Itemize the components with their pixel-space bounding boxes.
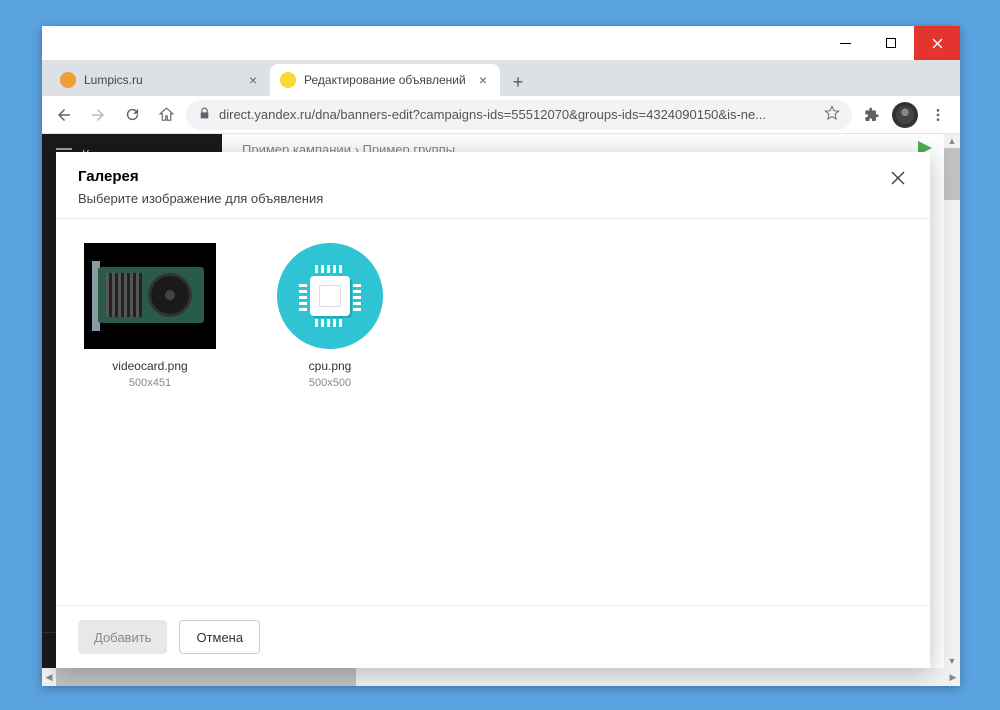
lock-icon [198,107,211,123]
home-button[interactable] [152,101,180,129]
browser-toolbar: direct.yandex.ru/dna/banners-edit?campai… [42,96,960,134]
vertical-scrollbar[interactable]: ▲ ▼ [944,134,960,668]
window-close-button[interactable] [914,26,960,60]
star-icon[interactable] [824,105,840,124]
window-titlebar [42,26,960,60]
modal-close-button[interactable] [888,168,908,188]
browser-tab[interactable]: Редактирование объявлений × [270,64,500,96]
browser-tab[interactable]: Lumpics.ru × [50,64,270,96]
scrollbar-thumb[interactable] [56,668,356,686]
browser-window: Lumpics.ru × Редактирование объявлений ×… [42,26,960,686]
scroll-left-arrow[interactable]: ◀ [42,668,56,686]
tab-close-icon[interactable]: × [476,73,490,87]
thumbnail-image [84,243,216,349]
window-minimize-button[interactable] [822,26,868,60]
gallery-item[interactable]: cpu.png 500x500 [260,243,400,389]
tab-close-icon[interactable]: × [246,73,260,87]
window-maximize-button[interactable] [868,26,914,60]
gallery-modal: Галерея Выберите изображение для объявле… [56,152,930,668]
forward-button[interactable] [84,101,112,129]
modal-subtitle: Выберите изображение для объявления [78,191,323,206]
new-tab-button[interactable]: + [504,68,532,96]
scrollbar-thumb[interactable] [944,148,960,200]
add-button[interactable]: Добавить [78,620,167,654]
reload-button[interactable] [118,101,146,129]
scroll-up-arrow[interactable]: ▲ [944,134,960,148]
modal-body: videocard.png 500x451 cpu.png [56,219,930,605]
favicon-icon [280,72,296,88]
page-content: Кампании ‹ Свернуть Пример кампании › Пр… [42,134,960,686]
favicon-icon [60,72,76,88]
gallery-item[interactable]: videocard.png 500x451 [80,243,220,389]
modal-title: Галерея [78,168,323,185]
item-dimensions: 500x451 [80,377,220,389]
tab-title: Lumpics.ru [84,73,238,87]
scroll-down-arrow[interactable]: ▼ [944,654,960,668]
modal-header: Галерея Выберите изображение для объявле… [56,152,930,218]
url-text: direct.yandex.ru/dna/banners-edit?campai… [219,107,816,122]
menu-button[interactable] [924,101,952,129]
scroll-right-arrow[interactable]: ▶ [946,668,960,686]
profile-avatar[interactable] [892,102,918,128]
close-icon [890,170,906,186]
extensions-button[interactable] [858,101,886,129]
item-dimensions: 500x500 [260,377,400,389]
cancel-button[interactable]: Отмена [179,620,260,654]
horizontal-scrollbar[interactable]: ◀ ▶ [42,668,960,686]
item-filename: cpu.png [260,359,400,373]
tab-strip: Lumpics.ru × Редактирование объявлений ×… [42,60,960,96]
item-filename: videocard.png [80,359,220,373]
modal-footer: Добавить Отмена [56,605,930,668]
thumbnail-image [264,243,396,349]
tab-title: Редактирование объявлений [304,73,468,87]
address-bar[interactable]: direct.yandex.ru/dna/banners-edit?campai… [186,100,852,130]
back-button[interactable] [50,101,78,129]
